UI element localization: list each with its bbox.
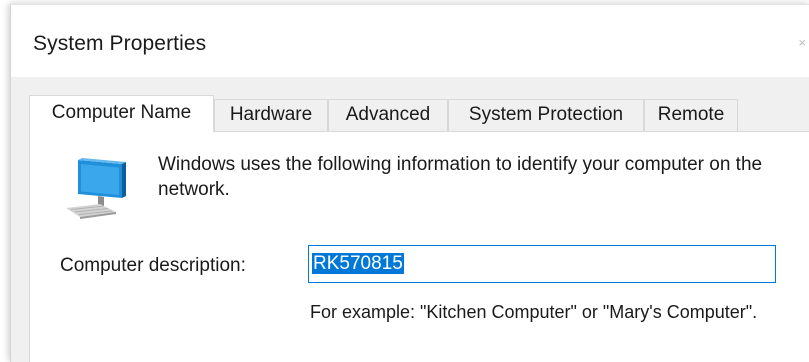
computer-description-input[interactable]: RK570815 — [308, 245, 776, 283]
intro-text: Windows uses the following information t… — [158, 154, 763, 200]
description-example-text: For example: "Kitchen Computer" or "Mary… — [310, 302, 758, 322]
close-icon[interactable]: × — [798, 35, 806, 50]
tab-system-protection[interactable]: System Protection — [448, 99, 644, 131]
tab-computer-name[interactable]: Computer Name — [29, 95, 214, 132]
window-title: System Properties — [33, 32, 207, 55]
computer-name-panel: Windows uses the following information t… — [29, 131, 809, 362]
tab-remote[interactable]: Remote — [644, 99, 738, 131]
dialog-client-area: Computer Name Hardware Advanced System P… — [11, 77, 809, 362]
computer-description-value: RK570815 — [312, 253, 404, 274]
title-bar[interactable]: System Properties × — [11, 5, 809, 77]
tab-hardware[interactable]: Hardware — [214, 99, 328, 131]
computer-monitor-icon — [66, 158, 126, 219]
system-properties-dialog: System Properties × Computer Name Hardwa… — [10, 4, 809, 362]
tab-advanced[interactable]: Advanced — [328, 99, 448, 131]
computer-description-label: Computer description: — [60, 255, 246, 276]
